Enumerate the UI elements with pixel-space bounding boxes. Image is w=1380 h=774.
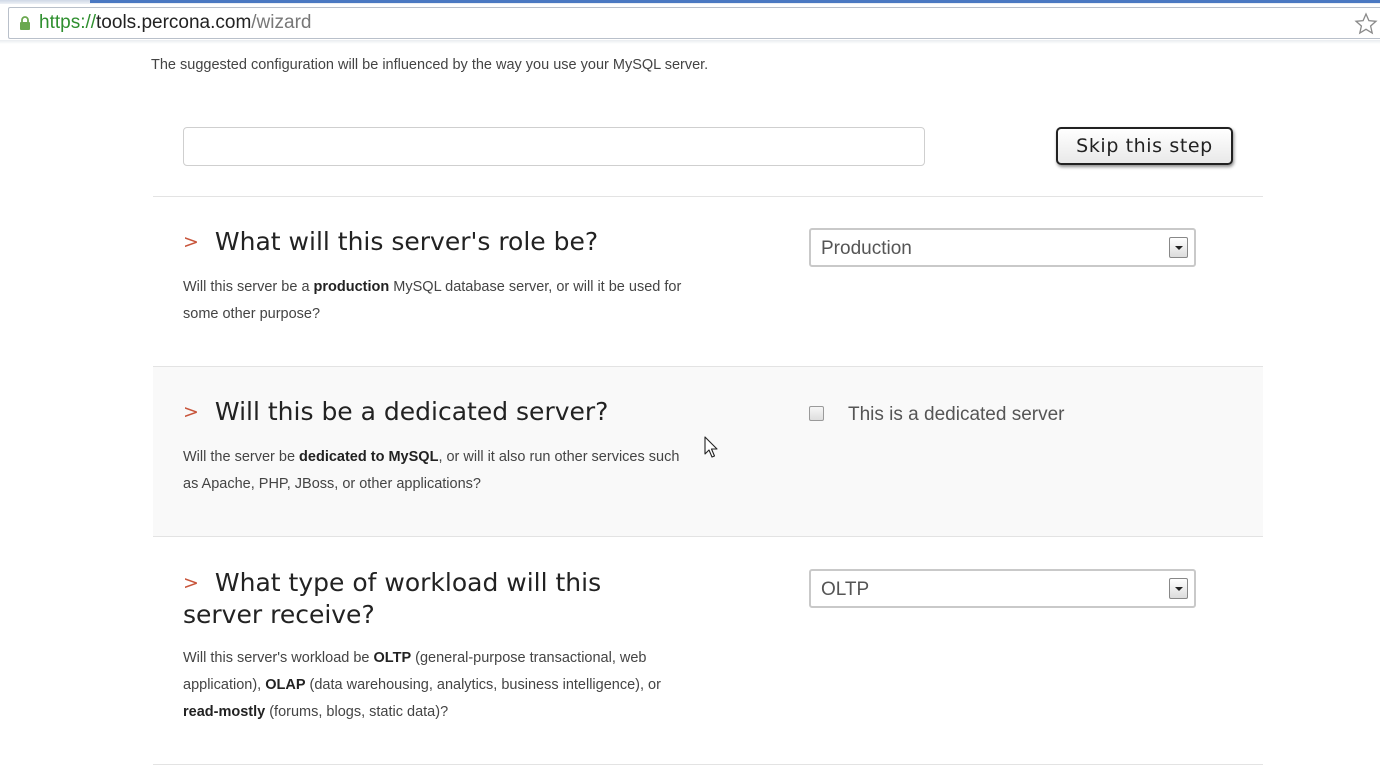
desc-emphasis: OLAP xyxy=(265,677,306,693)
url-path: /wizard xyxy=(251,12,312,33)
dedicated-server-checkbox[interactable] xyxy=(809,406,824,421)
lock-icon xyxy=(20,16,30,30)
desc-text: Will the server be xyxy=(183,449,300,465)
section-server-role: > What will this server's role be? Will t… xyxy=(153,196,1263,367)
desc-emphasis: read-mostly xyxy=(183,704,266,720)
select-value: OLTP xyxy=(821,579,870,600)
question-title: > What type of workload will this server … xyxy=(183,568,633,630)
question-title: > What will this server's role be? xyxy=(183,227,598,259)
question-title-text: What type of workload will this server r… xyxy=(183,568,602,629)
browser-top-edge xyxy=(0,0,1380,4)
desc-text: Will this server be a xyxy=(183,279,314,295)
url-scheme: https:// xyxy=(39,12,97,33)
url-host: tools.percona.com xyxy=(96,12,252,33)
dropdown-arrow-icon[interactable] xyxy=(1169,237,1188,258)
desc-emphasis: production xyxy=(313,279,390,295)
chevron-right-icon: > xyxy=(183,401,199,423)
tab-highlight xyxy=(90,0,1380,3)
search-input[interactable] xyxy=(183,127,925,166)
question-title-text: What will this server's role be? xyxy=(214,227,599,256)
desc-text: Will this server's workload be xyxy=(183,650,374,666)
dedicated-server-label[interactable]: This is a dedicated server xyxy=(848,404,1065,426)
desc-text: (forums, blogs, static data)? xyxy=(265,704,449,720)
desc-text: (data warehousing, analytics, business i… xyxy=(305,677,661,693)
dropdown-arrow-icon[interactable] xyxy=(1169,578,1188,599)
workload-type-select[interactable]: OLTP xyxy=(809,569,1196,608)
skip-step-button[interactable]: Skip this step xyxy=(1056,127,1233,165)
mouse-cursor-icon xyxy=(704,436,718,458)
section-workload-type: > What type of workload will this server … xyxy=(153,536,1263,765)
chevron-right-icon: > xyxy=(183,572,199,594)
question-title-text: Will this be a dedicated server? xyxy=(214,397,609,426)
url-text[interactable]: https://tools.percona.com/wizard xyxy=(39,13,311,33)
server-role-select[interactable]: Production xyxy=(809,228,1196,267)
question-description: Will the server be dedicated to MySQL, o… xyxy=(183,444,683,498)
bookmark-star-icon[interactable] xyxy=(1354,12,1378,36)
question-description: Will this server be a production MySQL d… xyxy=(183,274,683,328)
select-value: Production xyxy=(821,238,912,259)
question-description: Will this server's workload be OLTP (gen… xyxy=(183,645,668,726)
question-title: > Will this be a dedicated server? xyxy=(183,397,608,429)
toolbar-shadow xyxy=(0,40,1380,44)
desc-emphasis: OLTP xyxy=(373,650,412,666)
intro-text: The suggested configuration will be infl… xyxy=(151,57,709,73)
chevron-right-icon: > xyxy=(183,231,199,253)
desc-emphasis: dedicated to MySQL xyxy=(299,449,439,465)
address-bar[interactable]: https://tools.percona.com/wizard xyxy=(8,7,1380,39)
